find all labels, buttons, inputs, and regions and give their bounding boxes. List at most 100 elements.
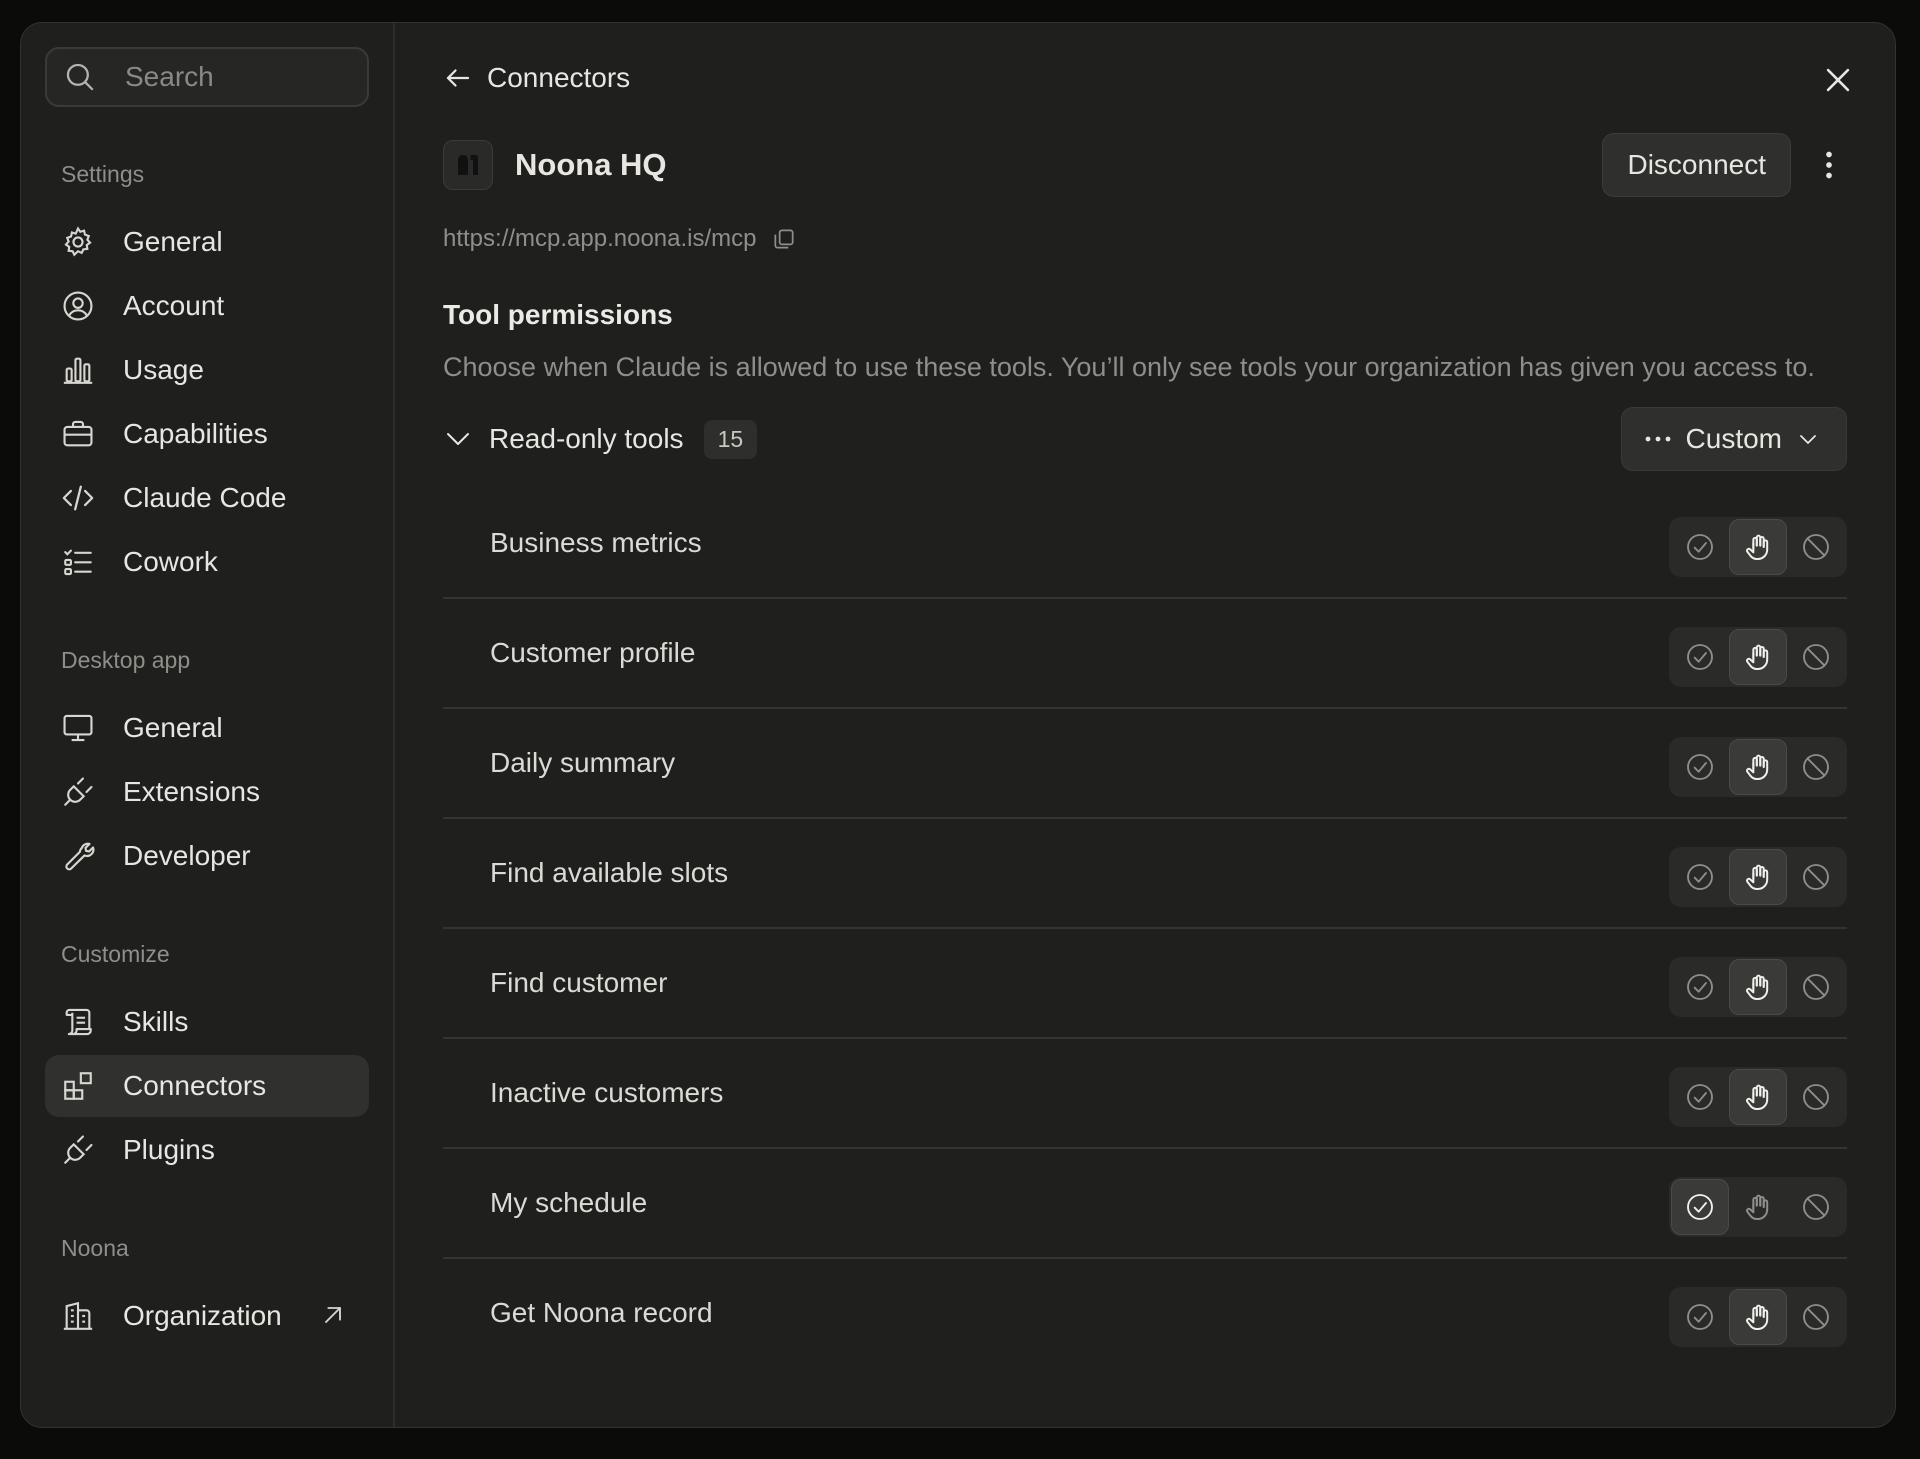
sidebar-item-capabilities[interactable]: Capabilities	[45, 403, 369, 465]
settings-sidebar: Settings General Account Usage Capabilities C…	[21, 23, 395, 1427]
sidebar-item-claude-code[interactable]: Claude Code	[45, 467, 369, 529]
user-circle-icon	[61, 289, 95, 323]
tool-row: Get Noona record	[443, 1259, 1847, 1367]
tool-permissions-title: Tool permissions	[443, 299, 673, 330]
block-button[interactable]	[1787, 629, 1845, 685]
group-label: Read-only tools	[489, 423, 684, 454]
building-icon	[61, 1299, 95, 1333]
search-box[interactable]	[45, 47, 369, 107]
permission-mode-label: Custom	[1685, 423, 1782, 454]
tool-name: Customer profile	[490, 637, 696, 668]
always-allow-button[interactable]	[1671, 959, 1729, 1015]
needs-approval-button[interactable]	[1729, 1289, 1787, 1345]
hand-icon	[1742, 641, 1774, 673]
needs-approval-button[interactable]	[1729, 849, 1787, 905]
sidebar-item-organization[interactable]: Organization	[45, 1285, 369, 1347]
tool-name: Get Noona record	[490, 1297, 713, 1328]
block-button[interactable]	[1787, 1069, 1845, 1125]
needs-approval-button[interactable]	[1729, 519, 1787, 575]
needs-approval-button[interactable]	[1729, 739, 1787, 795]
settings-window: Settings General Account Usage Capabilities C…	[20, 22, 1896, 1428]
check-circle-icon	[1684, 751, 1716, 783]
connector-url: https://mcp.app.noona.is/mcp	[443, 225, 757, 252]
block-button[interactable]	[1787, 849, 1845, 905]
needs-approval-button[interactable]	[1729, 1179, 1787, 1235]
ban-icon	[1800, 641, 1832, 673]
block-button[interactable]	[1787, 1289, 1845, 1345]
sidebar-item-label: Extensions	[123, 776, 260, 807]
ban-icon	[1800, 971, 1832, 1003]
ban-icon	[1800, 1191, 1832, 1223]
needs-approval-button[interactable]	[1729, 629, 1787, 685]
sidebar-item-general[interactable]: General	[45, 211, 369, 273]
sidebar-item-label: Cowork	[123, 546, 218, 577]
ban-icon	[1800, 531, 1832, 563]
always-allow-button[interactable]	[1671, 629, 1729, 685]
tool-row: Inactive customers	[443, 1039, 1847, 1149]
tool-name: Find customer	[490, 967, 668, 998]
connector-detail: Connectors Noona HQ Disconnect https://m…	[395, 23, 1895, 1427]
always-allow-button[interactable]	[1671, 1069, 1729, 1125]
block-button[interactable]	[1787, 959, 1845, 1015]
check-circle-icon	[1684, 1081, 1716, 1113]
back-button[interactable]: Connectors	[443, 62, 630, 94]
search-icon	[66, 63, 94, 91]
wrench-icon	[61, 839, 95, 873]
sidebar-section-label: Customize	[61, 941, 170, 967]
sidebar-item-extensions[interactable]: Extensions	[45, 761, 369, 823]
sidebar-section-label: Settings	[61, 161, 145, 187]
sidebar-section-label: Desktop app	[61, 647, 191, 673]
sidebar-item-developer[interactable]: Developer	[45, 825, 369, 887]
block-button[interactable]	[1787, 1179, 1845, 1235]
always-allow-button[interactable]	[1671, 519, 1729, 575]
search-input[interactable]	[123, 60, 327, 94]
sidebar-item-label: Usage	[123, 354, 204, 385]
sidebar-section-label: Noona	[61, 1235, 129, 1261]
hand-icon	[1742, 1191, 1774, 1223]
always-allow-button[interactable]	[1671, 1179, 1729, 1235]
permission-mode-dropdown[interactable]: Custom	[1620, 407, 1847, 471]
block-button[interactable]	[1787, 519, 1845, 575]
sidebar-item-account[interactable]: Account	[45, 275, 369, 337]
check-circle-icon	[1684, 531, 1716, 563]
sidebar-item-general[interactable]: General	[45, 697, 369, 759]
noona-logo-icon	[458, 155, 478, 175]
always-allow-button[interactable]	[1671, 739, 1729, 795]
needs-approval-button[interactable]	[1729, 1069, 1787, 1125]
block-button[interactable]	[1787, 739, 1845, 795]
permission-toggle	[1669, 627, 1847, 687]
close-icon[interactable]	[1821, 63, 1855, 97]
tool-list: Business metrics Customer profile Daily su…	[443, 489, 1847, 1367]
plug-icon	[61, 775, 95, 809]
permission-toggle	[1669, 517, 1847, 577]
code-icon	[61, 481, 95, 515]
sidebar-item-usage[interactable]: Usage	[45, 339, 369, 401]
connector-name: Noona HQ	[515, 147, 667, 182]
briefcase-icon	[61, 417, 95, 451]
chevron-down-icon[interactable]	[443, 424, 473, 454]
chevron-down-icon	[1800, 435, 1816, 444]
disconnect-button[interactable]: Disconnect	[1602, 133, 1791, 197]
check-circle-icon	[1684, 861, 1716, 893]
tool-count-badge: 15	[703, 419, 758, 459]
copy-icon[interactable]	[771, 226, 797, 252]
bar-chart-icon	[61, 353, 95, 387]
ban-icon	[1800, 1081, 1832, 1113]
sidebar-item-skills[interactable]: Skills	[45, 991, 369, 1053]
tool-row: My schedule	[443, 1149, 1847, 1259]
always-allow-button[interactable]	[1671, 1289, 1729, 1345]
needs-approval-button[interactable]	[1729, 959, 1787, 1015]
sidebar-item-label: Account	[123, 290, 225, 321]
permission-toggle	[1669, 1067, 1847, 1127]
hand-icon	[1742, 531, 1774, 563]
more-vertical-icon[interactable]	[1811, 147, 1847, 183]
always-allow-button[interactable]	[1671, 849, 1729, 905]
sidebar-item-connectors[interactable]: Connectors	[45, 1055, 369, 1117]
sidebar-item-label: Capabilities	[123, 418, 268, 449]
permission-toggle	[1669, 1287, 1847, 1347]
sidebar-item-plugins[interactable]: Plugins	[45, 1119, 369, 1181]
connector-header: Noona HQ Disconnect	[443, 133, 1847, 197]
check-circle-icon	[1684, 971, 1716, 1003]
sidebar-item-cowork[interactable]: Cowork	[45, 531, 369, 593]
sidebar-item-label: General	[123, 712, 223, 743]
